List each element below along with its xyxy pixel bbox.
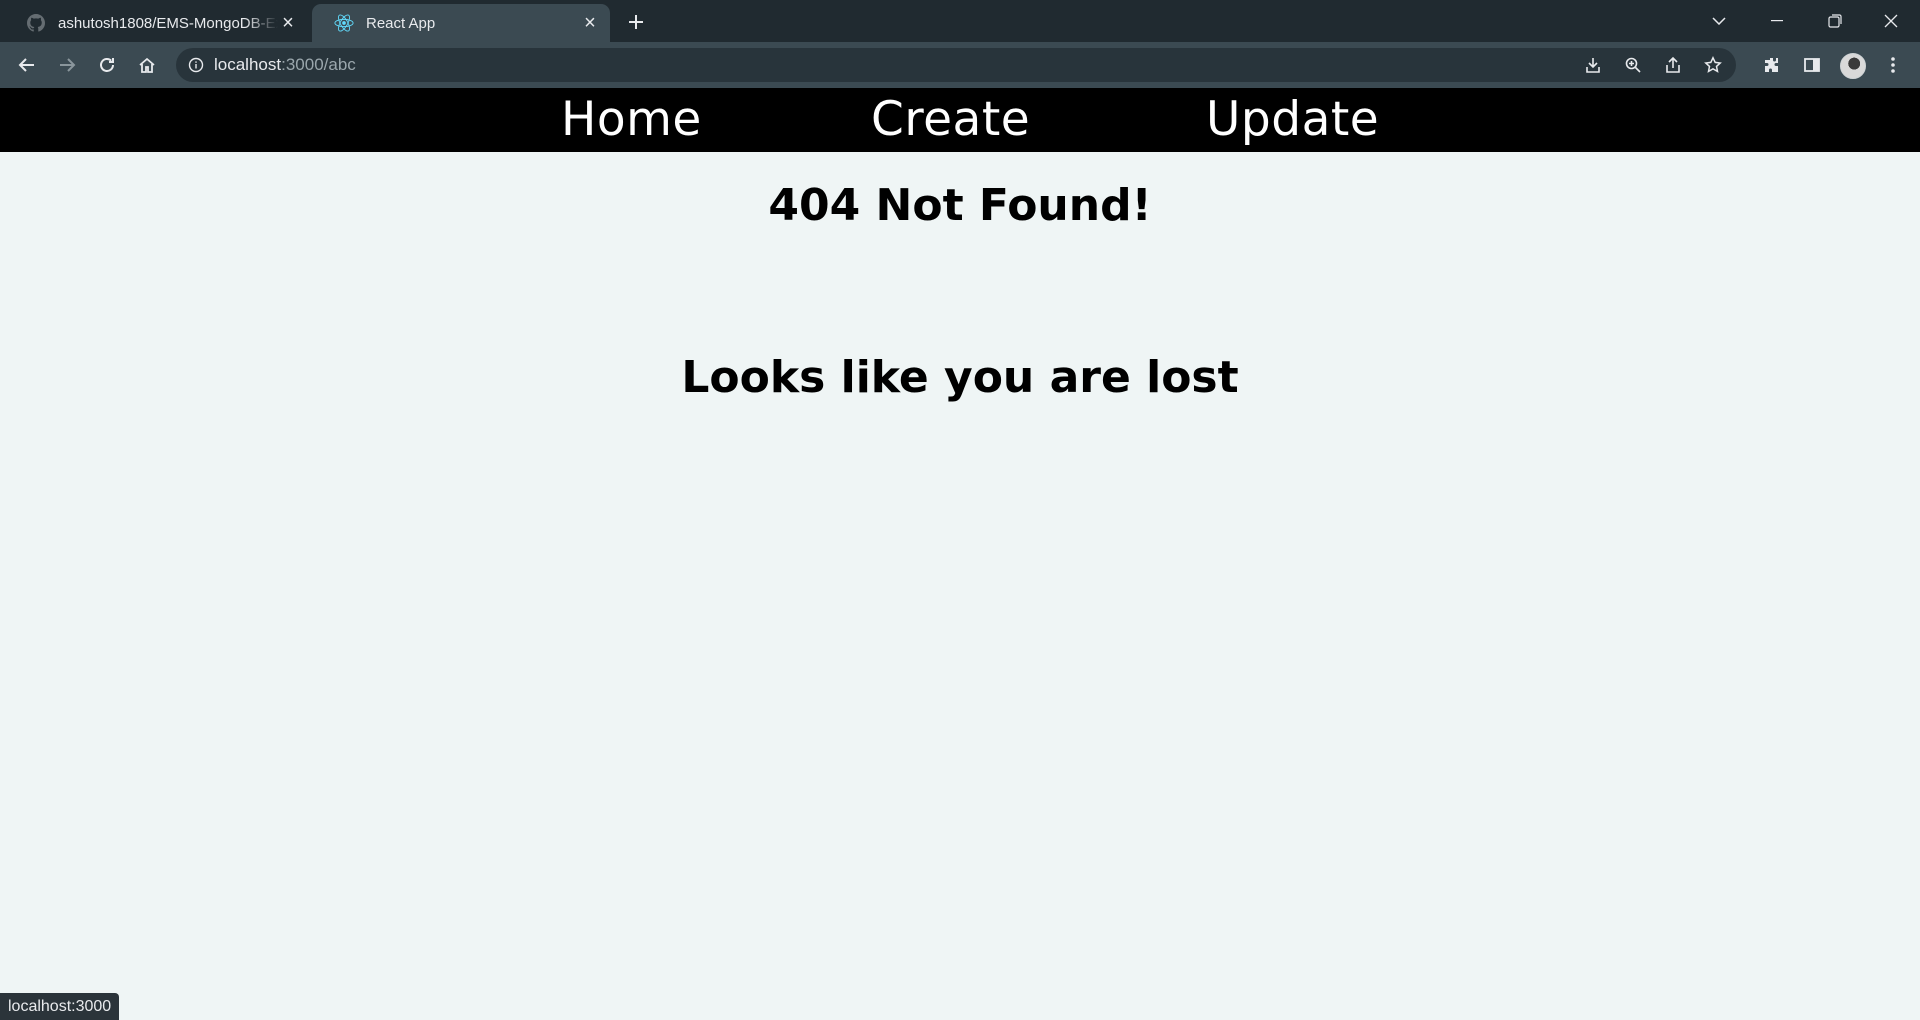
extensions-icon[interactable] xyxy=(1757,50,1787,80)
url-host: localhost xyxy=(214,55,282,74)
github-icon xyxy=(26,13,46,33)
url-path: :3000/abc xyxy=(281,55,356,74)
site-info-icon[interactable] xyxy=(188,57,204,73)
profile-avatar[interactable] xyxy=(1840,53,1866,79)
browser-toolbar: localhost:3000/abc xyxy=(0,42,1920,88)
restore-icon[interactable] xyxy=(1806,0,1864,42)
menu-kebab-icon[interactable] xyxy=(1878,50,1908,80)
lost-message: Looks like you are lost xyxy=(681,352,1239,403)
tab-title: ashutosh1808/EMS-MongoDB-Express xyxy=(58,14,278,32)
nav-create-link[interactable]: Create xyxy=(871,88,1030,152)
new-tab-button[interactable] xyxy=(622,8,650,36)
share-icon[interactable] xyxy=(1660,53,1686,77)
forward-icon[interactable] xyxy=(52,50,82,80)
tab-react-app[interactable]: React App × xyxy=(312,4,610,42)
close-tab-icon[interactable]: × xyxy=(580,13,600,33)
install-app-icon[interactable] xyxy=(1580,53,1606,77)
tab-title: React App xyxy=(366,14,436,32)
nav-home-link[interactable]: Home xyxy=(561,88,702,152)
react-icon xyxy=(334,13,354,33)
status-bubble: localhost:3000 xyxy=(0,993,120,1020)
app-navbar: Home Create Update xyxy=(0,88,1920,152)
close-window-icon[interactable] xyxy=(1862,0,1920,42)
tab-github[interactable]: ashutosh1808/EMS-MongoDB-Express × xyxy=(4,4,308,42)
side-panel-icon[interactable] xyxy=(1797,50,1827,80)
bookmark-star-icon[interactable] xyxy=(1700,53,1726,77)
tab-strip: ashutosh1808/EMS-MongoDB-Express × React… xyxy=(0,0,1920,42)
url-text: localhost:3000/abc xyxy=(214,55,356,75)
close-tab-icon[interactable]: × xyxy=(278,13,298,33)
address-bar[interactable]: localhost:3000/abc xyxy=(176,48,1736,82)
home-icon[interactable] xyxy=(132,50,162,80)
nav-update-link[interactable]: Update xyxy=(1206,88,1379,152)
reload-icon[interactable] xyxy=(92,50,122,80)
tab-search-icon[interactable] xyxy=(1690,0,1748,42)
minimize-icon[interactable] xyxy=(1748,0,1806,42)
not-found-heading: 404 Not Found! xyxy=(768,180,1152,231)
zoom-icon[interactable] xyxy=(1620,53,1646,77)
back-icon[interactable] xyxy=(12,50,42,80)
